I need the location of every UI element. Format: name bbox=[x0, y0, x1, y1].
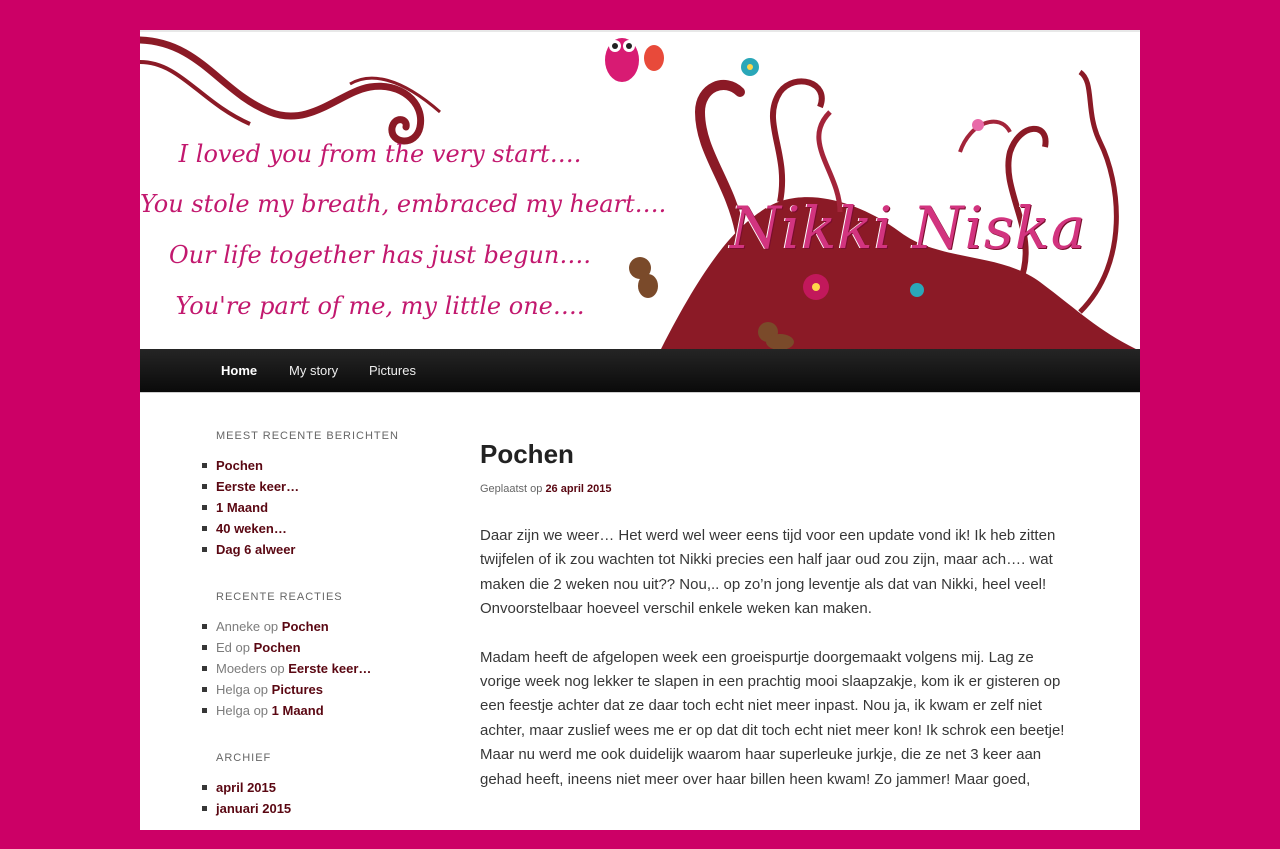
widget-archive: ARCHIEF april 2015 januari 2015 bbox=[202, 751, 446, 819]
post-paragraph: Daar zijn we weer… Het werd wel weer een… bbox=[480, 527, 1056, 618]
recent-posts-list: Pochen Eerste keer… 1 Maand 40 weken… Da… bbox=[202, 455, 446, 560]
main-navigation: Home My story Pictures bbox=[140, 349, 1140, 393]
recent-post-link[interactable]: Eerste keer… bbox=[216, 479, 299, 494]
list-item: Anneke op Pochen bbox=[202, 616, 446, 637]
page-container: I loved you from the very start…. You st… bbox=[140, 30, 1140, 830]
comment-post-link[interactable]: 1 Maand bbox=[272, 703, 324, 718]
archive-link[interactable]: april 2015 bbox=[216, 780, 276, 795]
banner-quote-line-2: You stole my breath, embraced my heart…. bbox=[140, 190, 667, 218]
comment-post-link[interactable]: Pochen bbox=[254, 640, 301, 655]
post-article: Pochen Geplaatst op 26 april 2015 Daar z… bbox=[480, 437, 1065, 816]
post-meta-prefix: Geplaatst op bbox=[480, 483, 546, 495]
list-item: april 2015 bbox=[202, 777, 446, 798]
comment-post-link[interactable]: Eerste keer… bbox=[288, 661, 371, 676]
nav-item-home[interactable]: Home bbox=[221, 349, 257, 393]
widget-recent-posts: MEEST RECENTE BERICHTEN Pochen Eerste ke… bbox=[202, 429, 446, 560]
recent-post-link[interactable]: Pochen bbox=[216, 458, 263, 473]
nav-item-pictures[interactable]: Pictures bbox=[369, 349, 416, 393]
comment-separator: op bbox=[231, 640, 254, 655]
comment-separator: op bbox=[266, 661, 289, 676]
site-brand: Nikki Niska bbox=[730, 194, 1087, 262]
comment-author: Moeders bbox=[216, 661, 267, 676]
list-item: 40 weken… bbox=[202, 518, 446, 539]
list-item: Pochen bbox=[202, 455, 446, 476]
comment-post-link[interactable]: Pochen bbox=[282, 619, 329, 634]
list-item: Helga op 1 Maand bbox=[202, 700, 446, 721]
comment-separator: op bbox=[249, 703, 272, 718]
comment-author: Helga bbox=[216, 682, 250, 697]
banner-quote-line-3: Our life together has just begun…. bbox=[168, 241, 592, 269]
banner-quote-line-4: You're part of me, my little one…. bbox=[175, 292, 585, 320]
post-date-link[interactable]: 26 april 2015 bbox=[545, 483, 611, 495]
comment-author: Anneke bbox=[216, 619, 261, 634]
post-meta: Geplaatst op 26 april 2015 bbox=[480, 483, 1065, 495]
header-banner[interactable]: I loved you from the very start…. You st… bbox=[140, 30, 1140, 349]
list-item: Dag 6 alweer bbox=[202, 539, 446, 560]
post-content: Daar zijn we weer… Het werd wel weer een… bbox=[480, 524, 1065, 792]
comment-post-link[interactable]: Pictures bbox=[272, 682, 323, 697]
comment-author: Ed bbox=[216, 640, 232, 655]
list-item: Moeders op Eerste keer… bbox=[202, 658, 446, 679]
widget-title-recent-comments: RECENTE REACTIES bbox=[216, 591, 343, 603]
sidebar: MEEST RECENTE BERICHTEN Pochen Eerste ke… bbox=[202, 429, 446, 849]
recent-post-link[interactable]: Dag 6 alweer bbox=[216, 542, 296, 557]
comment-author: Helga bbox=[216, 703, 250, 718]
widget-title-recent-posts: MEEST RECENTE BERICHTEN bbox=[216, 430, 399, 442]
list-item: 1 Maand bbox=[202, 497, 446, 518]
comment-separator: op bbox=[249, 682, 272, 697]
banner-quote-line-1: I loved you from the very start…. bbox=[178, 140, 582, 168]
recent-post-link[interactable]: 1 Maand bbox=[216, 500, 268, 515]
archive-link[interactable]: januari 2015 bbox=[216, 801, 291, 816]
nav-item-my-story[interactable]: My story bbox=[289, 349, 338, 393]
recent-post-link[interactable]: 40 weken… bbox=[216, 521, 287, 536]
widget-recent-comments: RECENTE REACTIES Anneke op Pochen Ed op … bbox=[202, 590, 446, 721]
recent-comments-list: Anneke op Pochen Ed op Pochen Moeders op… bbox=[202, 616, 446, 721]
list-item: Helga op Pictures bbox=[202, 679, 446, 700]
list-item: januari 2015 bbox=[202, 798, 446, 819]
list-item: Ed op Pochen bbox=[202, 637, 446, 658]
comment-separator: op bbox=[260, 619, 282, 634]
archive-list: april 2015 januari 2015 bbox=[202, 777, 446, 819]
widget-title-archive: ARCHIEF bbox=[216, 752, 272, 764]
post-paragraph: Madam heeft de afgelopen week een groeis… bbox=[480, 648, 1065, 788]
post-title[interactable]: Pochen bbox=[480, 437, 1065, 471]
list-item: Eerste keer… bbox=[202, 476, 446, 497]
